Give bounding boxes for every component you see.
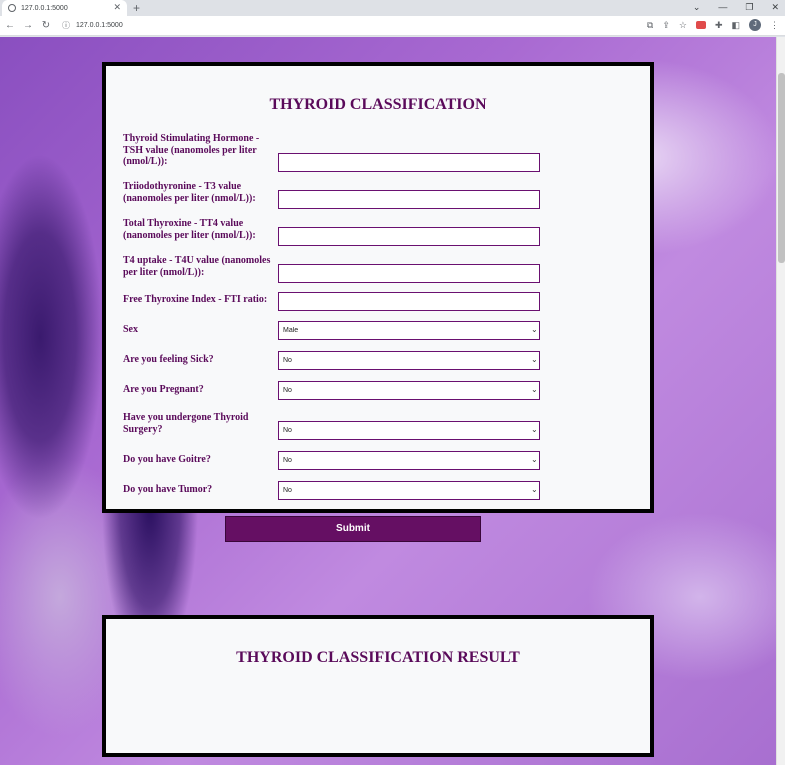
url-text: 127.0.0.1:5000 xyxy=(76,22,123,29)
t4u-input[interactable] xyxy=(278,264,540,283)
browser-toolbar: ← → ↻ ⓘ 127.0.0.1:5000 ⧉ ⇪ ☆ ✚ ◧ J ⋮ xyxy=(0,16,785,36)
surgery-select[interactable]: No xyxy=(278,421,540,440)
close-tab-icon[interactable]: ✕ xyxy=(113,2,121,13)
surgery-label: Have you undergone Thyroid Surgery? xyxy=(123,412,249,435)
classification-form: THYROID CLASSIFICATION Thyroid Stimulati… xyxy=(102,62,654,513)
sick-label: Are you feeling Sick? xyxy=(123,354,214,365)
share-icon[interactable]: ⇪ xyxy=(662,20,670,31)
extension-icon[interactable] xyxy=(695,21,706,29)
close-window-button[interactable]: ✕ xyxy=(771,0,779,15)
translate-icon[interactable]: ⧉ xyxy=(647,20,653,31)
goitre-label: Do you have Goitre? xyxy=(123,454,211,465)
new-tab-button[interactable]: + xyxy=(133,0,140,16)
t3-input[interactable] xyxy=(278,190,540,209)
tt4-label: Total Thyroxine - TT4 value (nanomoles p… xyxy=(123,218,256,241)
minimize-button[interactable]: — xyxy=(718,0,727,15)
side-panel-icon[interactable]: ◧ xyxy=(731,20,740,31)
sex-label: Sex xyxy=(123,324,138,335)
menu-dots-icon[interactable]: ⋮ xyxy=(770,20,779,31)
tumor-label: Do you have Tumor? xyxy=(123,484,213,495)
tumor-select[interactable]: No xyxy=(278,481,540,500)
pregnant-select[interactable]: No xyxy=(278,381,540,400)
result-title: THYROID CLASSIFICATION RESULT xyxy=(236,649,520,666)
tt4-input[interactable] xyxy=(278,227,540,246)
back-icon[interactable]: ← xyxy=(2,20,18,31)
restore-button[interactable]: ❐ xyxy=(745,0,753,15)
globe-icon xyxy=(8,4,16,12)
submit-button[interactable]: Submit xyxy=(225,516,481,542)
browser-tab-bar: 127.0.0.1:5000 ✕ + ⌄ — ❐ ✕ xyxy=(0,0,785,16)
scrollbar-thumb[interactable] xyxy=(778,73,785,263)
result-panel: THYROID CLASSIFICATION RESULT xyxy=(102,615,654,757)
tsh-label: Thyroid Stimulating Hormone - TSH value … xyxy=(123,133,260,167)
reload-icon[interactable]: ↻ xyxy=(38,20,54,31)
address-bar[interactable]: ⓘ 127.0.0.1:5000 xyxy=(62,20,123,31)
forward-icon[interactable]: → xyxy=(20,20,36,31)
fti-input[interactable] xyxy=(278,292,540,311)
page-background: THYROID CLASSIFICATION Thyroid Stimulati… xyxy=(0,37,776,765)
bookmark-star-icon[interactable]: ☆ xyxy=(679,20,687,31)
toolbar-icons: ⧉ ⇪ ☆ ✚ ◧ J ⋮ xyxy=(647,19,779,31)
sick-select[interactable]: No xyxy=(278,351,540,370)
t4u-label: T4 uptake - T4U value (nanomoles per lit… xyxy=(123,255,271,278)
tab-title: 127.0.0.1:5000 xyxy=(21,4,68,12)
sex-select[interactable]: Male xyxy=(278,321,540,340)
fti-label: Free Thyroxine Index - FTI ratio: xyxy=(123,294,268,305)
goitre-select[interactable]: No xyxy=(278,451,540,470)
tab-search-icon[interactable]: ⌄ xyxy=(693,0,701,15)
tsh-input[interactable] xyxy=(278,153,540,172)
browser-tab[interactable]: 127.0.0.1:5000 ✕ xyxy=(2,0,127,16)
page-scrollbar[interactable] xyxy=(776,37,785,765)
extensions-puzzle-icon[interactable]: ✚ xyxy=(715,20,723,31)
pregnant-label: Are you Pregnant? xyxy=(123,384,204,395)
page-title: THYROID CLASSIFICATION xyxy=(269,96,487,113)
profile-avatar[interactable]: J xyxy=(749,19,761,31)
window-controls: ⌄ — ❐ ✕ xyxy=(693,0,779,15)
t3-label: Triiodothyronine - T3 value (nanomoles p… xyxy=(123,181,256,204)
site-info-icon[interactable]: ⓘ xyxy=(62,20,70,31)
